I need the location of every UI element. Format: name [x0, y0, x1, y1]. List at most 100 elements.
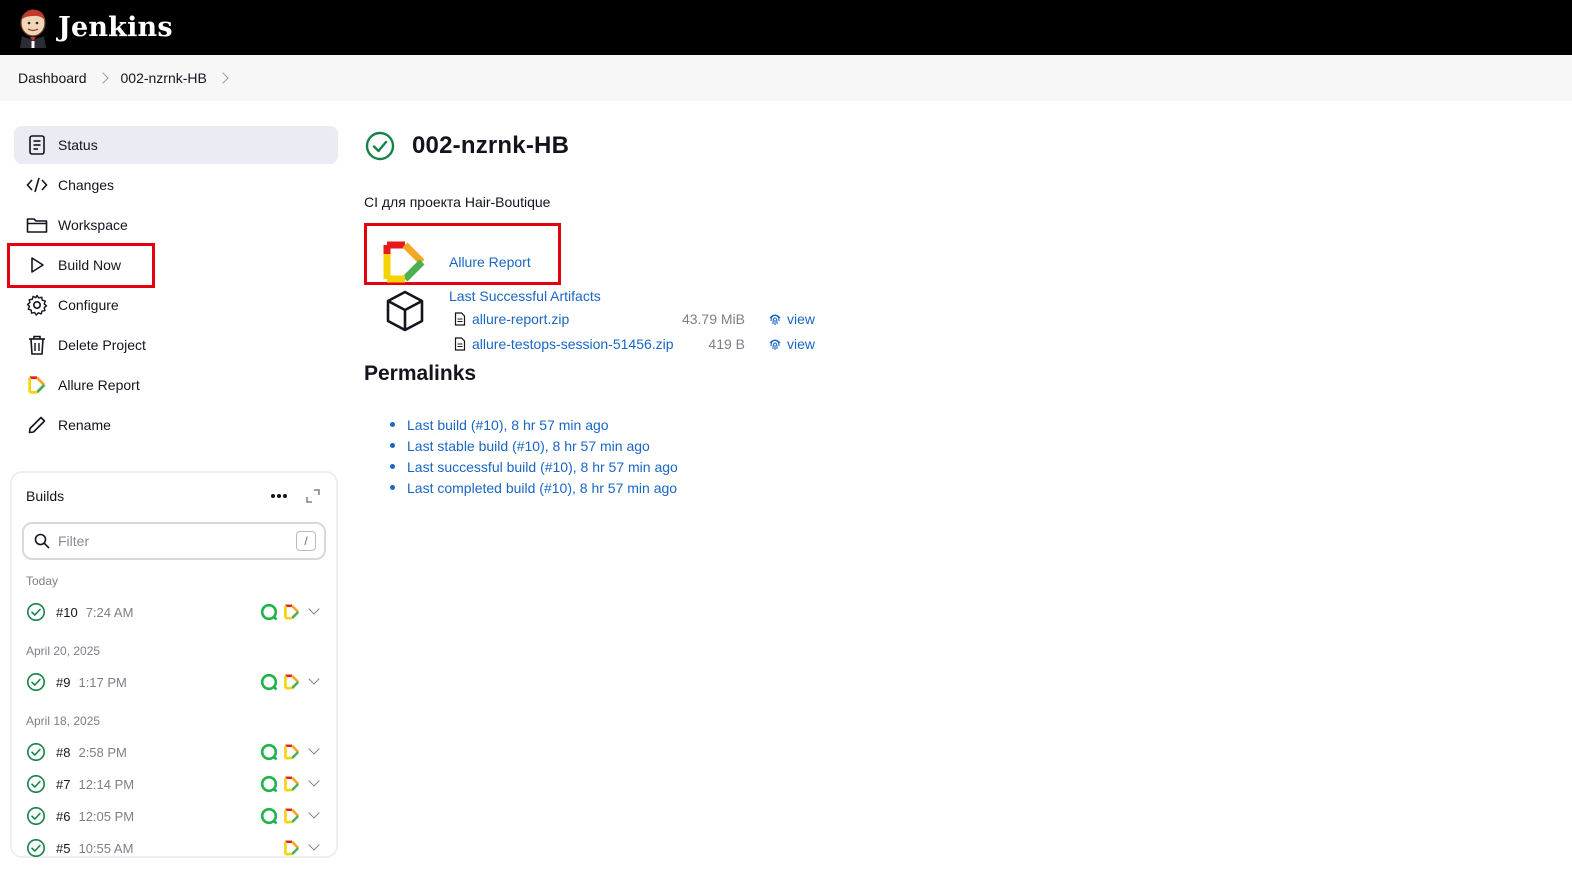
chevron-right-icon[interactable]: [217, 72, 229, 84]
permalinks-list: Last build (#10), 8 hr 57 min ago Last s…: [386, 414, 678, 498]
sidebar-item-label: Delete Project: [58, 337, 146, 353]
build-time: 7:24 AM: [85, 604, 134, 620]
chevron-down-icon[interactable]: [308, 743, 320, 755]
artifact-view-link[interactable]: view: [787, 336, 815, 352]
build-row[interactable]: #6 12:05 PM: [12, 800, 336, 832]
expand-icon[interactable]: [306, 489, 320, 503]
testops-icon[interactable]: [260, 603, 278, 621]
allure-icon[interactable]: [284, 674, 300, 690]
build-group-label: Today: [26, 574, 59, 588]
sidebar-item-delete-project[interactable]: Delete Project: [14, 326, 338, 364]
permalink-last-completed-build[interactable]: Last completed build (#10), 8 hr 57 min …: [407, 480, 677, 496]
filter-shortcut-key: /: [296, 531, 316, 551]
build-time: 1:17 PM: [78, 674, 127, 690]
breadcrumb-project[interactable]: 002-nzrnk-HB: [121, 70, 207, 86]
artifact-view-link[interactable]: view: [787, 311, 815, 327]
allure-icon[interactable]: [284, 776, 300, 792]
chevron-down-icon[interactable]: [308, 807, 320, 819]
testops-icon[interactable]: [260, 673, 278, 691]
allure-icon[interactable]: [284, 840, 300, 856]
build-number[interactable]: #10: [56, 605, 78, 620]
sidebar-item-changes[interactable]: Changes: [14, 166, 338, 204]
build-time: 2:58 PM: [78, 744, 127, 760]
build-row[interactable]: #10 7:24 AM: [12, 596, 336, 628]
fingerprint-icon: [769, 339, 781, 350]
build-actions: [260, 603, 300, 621]
allure-icon[interactable]: [284, 744, 300, 760]
sidebar-item-configure[interactable]: Configure: [14, 286, 338, 324]
breadcrumb-dashboard[interactable]: Dashboard: [18, 70, 87, 86]
build-list: Today #10 7:24 AM April 20, 2025 #9 1:17 PM Ap…: [12, 574, 336, 864]
last-successful-artifacts-link[interactable]: Last Successful Artifacts: [449, 288, 601, 304]
permalinks-heading: Permalinks: [364, 362, 477, 385]
chevron-down-icon[interactable]: [308, 775, 320, 787]
success-check-icon: [27, 743, 45, 761]
permalink-item: Last completed build (#10), 8 hr 57 min …: [386, 477, 678, 498]
sidebar-item-status[interactable]: Status: [14, 126, 338, 164]
artifact-view[interactable]: view: [768, 311, 815, 327]
allure-report-link-label[interactable]: Allure Report: [449, 254, 531, 270]
permalink-last-successful-build[interactable]: Last successful build (#10), 8 hr 57 min…: [407, 459, 678, 475]
sidebar-item-label: Changes: [58, 177, 115, 193]
allure-report-link[interactable]: Allure Report: [382, 240, 531, 284]
trash-icon: [26, 334, 48, 356]
success-check-icon: [27, 673, 45, 691]
build-time: 10:55 AM: [78, 840, 134, 856]
build-number[interactable]: #6: [56, 809, 70, 824]
build-number[interactable]: #9: [56, 675, 70, 690]
permalink-last-build[interactable]: Last build (#10), 8 hr 57 min ago: [407, 417, 609, 433]
allure-icon: [26, 374, 48, 396]
permalink-last-stable-build[interactable]: Last stable build (#10), 8 hr 57 min ago: [407, 438, 650, 454]
brand-name[interactable]: Jenkins: [58, 12, 173, 43]
success-check-icon: [27, 839, 45, 857]
artifact-link[interactable]: allure-report.zip: [472, 311, 569, 327]
build-number[interactable]: #5: [56, 841, 70, 856]
build-actions: [260, 807, 300, 825]
top-header: Jenkins: [0, 0, 1572, 55]
success-check-icon: [27, 775, 45, 793]
build-number[interactable]: #8: [56, 745, 70, 760]
chevron-down-icon[interactable]: [308, 839, 320, 851]
build-actions: [284, 840, 300, 856]
search-icon: [34, 533, 50, 549]
filter-input[interactable]: [58, 533, 296, 549]
build-row[interactable]: #5 10:55 AM: [12, 832, 336, 864]
permalink-item: Last build (#10), 8 hr 57 min ago: [386, 414, 678, 435]
artifact-size: 419 B: [708, 336, 745, 352]
build-row[interactable]: #8 2:58 PM: [12, 736, 336, 768]
artifact-row: allure-report.zip: [454, 309, 569, 329]
sidebar-item-rename[interactable]: Rename: [14, 406, 338, 444]
success-check-icon: [365, 131, 395, 161]
allure-icon[interactable]: [284, 808, 300, 824]
sidebar: Status Changes Workspace Build Now Confi…: [14, 126, 338, 446]
sidebar-item-label: Status: [58, 137, 98, 153]
testops-icon[interactable]: [260, 743, 278, 761]
build-row[interactable]: #7 12:14 PM: [12, 768, 336, 800]
sidebar-item-build-now[interactable]: Build Now: [14, 246, 338, 284]
sidebar-item-workspace[interactable]: Workspace: [14, 206, 338, 244]
pencil-icon: [26, 414, 48, 436]
testops-icon[interactable]: [260, 807, 278, 825]
sidebar-item-label: Allure Report: [58, 377, 140, 393]
sidebar-item-label: Rename: [58, 417, 111, 433]
title-row: 002-nzrnk-HB: [364, 126, 1264, 166]
testops-icon[interactable]: [260, 775, 278, 793]
chevron-right-icon: [96, 72, 109, 84]
chevron-down-icon[interactable]: [308, 603, 320, 615]
code-icon: [26, 174, 48, 196]
build-time: 12:05 PM: [78, 808, 135, 824]
jenkins-logo-icon[interactable]: [16, 8, 50, 48]
breadcrumb: Dashboard 002-nzrnk-HB: [0, 55, 1572, 101]
build-number[interactable]: #7: [56, 777, 70, 792]
sidebar-item-allure-report[interactable]: Allure Report: [14, 366, 338, 404]
file-icon: [454, 312, 466, 326]
build-row[interactable]: #9 1:17 PM: [12, 666, 336, 698]
builds-filter[interactable]: /: [22, 522, 326, 560]
build-group-label: April 20, 2025: [26, 644, 101, 658]
chevron-down-icon[interactable]: [308, 673, 320, 685]
more-options-icon[interactable]: [270, 493, 288, 499]
builds-panel: Builds / Today #10 7:24 AM April 20, 2025 #9…: [10, 471, 338, 858]
artifact-view[interactable]: view: [768, 336, 815, 352]
allure-icon[interactable]: [284, 604, 300, 620]
build-actions: [260, 673, 300, 691]
